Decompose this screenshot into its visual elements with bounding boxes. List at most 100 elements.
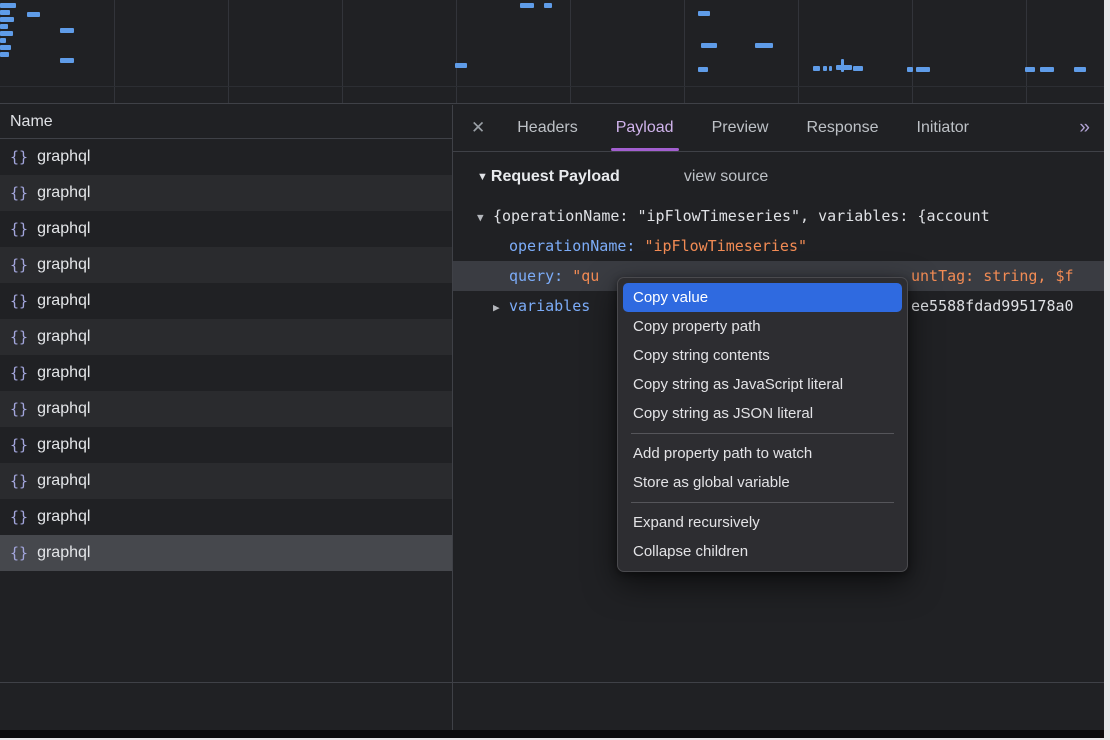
expander-icon[interactable]: ▼	[477, 203, 493, 233]
timeline-request-bar	[0, 3, 16, 8]
menu-item-copy-string-as-javascript-literal[interactable]: Copy string as JavaScript literal	[623, 370, 902, 399]
tab-response[interactable]: Response	[787, 105, 897, 151]
tab-headers[interactable]: Headers	[498, 105, 596, 151]
devtools-window: Name {}graphql{}graphql{}graphql{}graphq…	[0, 0, 1104, 738]
request-name: graphql	[37, 544, 90, 562]
menu-item-expand-recursively[interactable]: Expand recursively	[623, 508, 902, 537]
footer-divider	[0, 682, 1104, 683]
timeline-request-bar	[813, 66, 820, 71]
request-name: graphql	[37, 364, 90, 382]
menu-item-copy-property-path[interactable]: Copy property path	[623, 312, 902, 341]
request-name: graphql	[37, 256, 90, 274]
detail-tab-bar: ✕ HeadersPayloadPreviewResponseInitiator…	[453, 105, 1104, 152]
tab-initiator[interactable]: Initiator	[898, 105, 988, 151]
timeline-request-bar	[823, 66, 827, 71]
window-bottom-edge	[0, 730, 1104, 738]
timeline-gridline	[684, 0, 685, 103]
json-braces-icon: {}	[10, 148, 28, 166]
json-braces-icon: {}	[10, 508, 28, 526]
tab-preview[interactable]: Preview	[693, 105, 788, 151]
name-column-header[interactable]: Name	[0, 105, 452, 139]
network-request-row[interactable]: {}graphql	[0, 319, 452, 355]
timeline-request-bar	[60, 28, 74, 33]
network-request-row[interactable]: {} graphql	[0, 139, 452, 175]
property-value-right: untTag: string, $f	[911, 261, 1074, 291]
timeline-request-bar	[836, 65, 852, 70]
network-request-row[interactable]: {} graphql	[0, 463, 452, 499]
network-request-row[interactable]: {}graphql	[0, 211, 452, 247]
network-request-row[interactable]: {} graphql	[0, 391, 452, 427]
timeline-gridline	[570, 0, 571, 103]
timeline-request-bar	[0, 17, 14, 22]
json-braces-icon: {}	[10, 292, 28, 310]
json-braces-icon: {}	[10, 364, 28, 382]
request-name: graphql	[37, 508, 90, 526]
timeline-request-bar	[701, 43, 717, 48]
network-request-row[interactable]: {} graphql	[0, 499, 452, 535]
network-request-row[interactable]: {}graphql	[0, 427, 452, 463]
menu-item-copy-string-contents[interactable]: Copy string contents	[623, 341, 902, 370]
json-braces-icon: {}	[10, 436, 28, 454]
timeline-request-bar	[455, 63, 467, 68]
menu-item-copy-value[interactable]: Copy value	[623, 283, 902, 312]
timeline-request-bar	[853, 66, 863, 71]
root-preview-text: {operationName: "ipFlowTimeseries", vari…	[493, 207, 990, 225]
timeline-request-bar	[27, 12, 40, 17]
request-name: graphql	[37, 148, 90, 166]
network-request-row[interactable]: {}graphql	[0, 247, 452, 283]
timeline-request-bar	[1025, 67, 1035, 72]
timeline-request-bar	[829, 66, 832, 71]
timeline-request-bar	[0, 52, 9, 57]
tab-payload[interactable]: Payload	[597, 105, 693, 151]
expander-icon[interactable]: ▶	[493, 293, 509, 323]
menu-separator	[631, 502, 894, 503]
json-braces-icon: {}	[10, 184, 28, 202]
timeline-request-bar	[916, 67, 930, 72]
timeline-request-bar	[1040, 67, 1054, 72]
payload-operationname-row[interactable]: operationName: "ipFlowTimeseries"	[453, 231, 1104, 261]
timeline-request-bar	[0, 31, 13, 36]
timeline-request-bar	[60, 58, 74, 63]
property-key: operationName:	[509, 237, 635, 255]
timeline-gridline	[114, 0, 115, 103]
request-payload-section-header[interactable]: ▼ Request Payload view source	[453, 152, 1104, 201]
view-source-link[interactable]: view source	[684, 168, 768, 186]
timeline-request-bar	[520, 3, 534, 8]
timeline-request-bar	[907, 67, 913, 72]
payload-root-row[interactable]: ▼{operationName: "ipFlowTimeseries", var…	[453, 201, 1104, 231]
section-expander-icon[interactable]: ▼	[477, 171, 488, 183]
detail-tabs: HeadersPayloadPreviewResponseInitiator	[498, 105, 988, 151]
menu-item-add-property-path-to-watch[interactable]: Add property path to watch	[623, 439, 902, 468]
network-request-row[interactable]: {} graphql	[0, 175, 452, 211]
request-name: graphql	[37, 472, 90, 490]
json-braces-icon: {}	[10, 400, 28, 418]
property-value: "ipFlowTimeseries"	[644, 237, 807, 255]
timeline-request-bar	[0, 24, 8, 29]
request-name: graphql	[37, 292, 90, 310]
timeline-request-bar	[0, 38, 6, 43]
json-braces-icon: {}	[10, 472, 28, 490]
timeline-gridline	[342, 0, 343, 103]
json-braces-icon: {}	[10, 220, 28, 238]
menu-item-collapse-children[interactable]: Collapse children	[623, 537, 902, 566]
network-request-row[interactable]: {} graphql	[0, 355, 452, 391]
timeline-gridline	[798, 0, 799, 103]
property-key: query:	[509, 267, 563, 285]
menu-item-store-as-global-variable[interactable]: Store as global variable	[623, 468, 902, 497]
network-overview-strip[interactable]	[0, 0, 1104, 104]
close-icon[interactable]: ✕	[471, 118, 485, 138]
request-name: graphql	[37, 184, 90, 202]
more-tabs-icon[interactable]: »	[1079, 117, 1088, 139]
timeline-request-bar	[0, 45, 11, 50]
name-column-label: Name	[10, 113, 53, 131]
request-name: graphql	[37, 400, 90, 418]
timeline-gridline	[228, 0, 229, 103]
timeline-request-bar	[1074, 67, 1086, 72]
timeline-request-bar	[755, 43, 773, 48]
menu-item-copy-string-as-json-literal[interactable]: Copy string as JSON literal	[623, 399, 902, 428]
network-request-row[interactable]: {}graphql	[0, 535, 452, 571]
network-main-area: Name {}graphql{}graphql{}graphql{}graphq…	[0, 105, 1104, 730]
network-request-row[interactable]: {} graphql	[0, 283, 452, 319]
request-rows: {} graphql {} graphql {} graphql {} graphql {} gr…	[0, 139, 452, 571]
property-key: variables	[509, 297, 590, 315]
